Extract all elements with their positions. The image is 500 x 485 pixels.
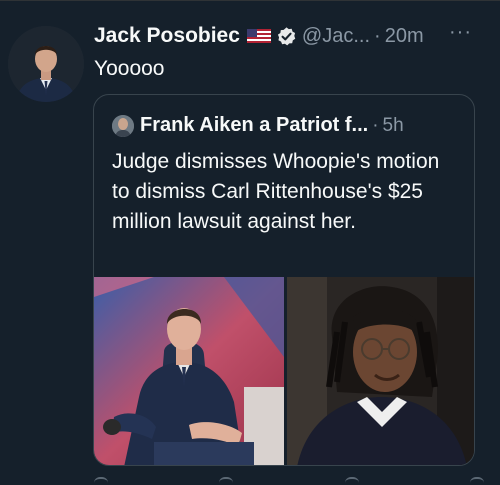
verified-badge-icon	[276, 26, 297, 47]
quoted-author-avatar[interactable]	[112, 114, 134, 137]
tweet-time[interactable]: 20m	[385, 25, 424, 48]
like-icon[interactable]	[344, 477, 359, 485]
quoted-tweet-media[interactable]	[94, 277, 474, 465]
retweet-icon[interactable]	[219, 477, 234, 485]
author-handle[interactable]: @Jac...	[302, 25, 370, 48]
share-icon[interactable]	[469, 477, 484, 485]
quoted-tweet[interactable]: Frank Aiken a Patriot f... · 5h Judge di…	[93, 94, 475, 466]
more-options-icon[interactable]: ···	[449, 21, 472, 44]
quoted-tweet-header: Frank Aiken a Patriot f... · 5h	[112, 114, 404, 137]
quoted-author-name[interactable]: Frank Aiken a Patriot f...	[140, 114, 368, 137]
us-flag-icon	[246, 29, 271, 43]
media-image-man-seated[interactable]	[94, 277, 284, 465]
media-image-woman-dreadlocks[interactable]	[287, 277, 474, 465]
reply-icon[interactable]	[94, 477, 108, 485]
separator-dot: ·	[374, 24, 381, 47]
tweet-header: Jack Posobiec @Jac... · 20m	[94, 19, 490, 53]
tweet-actions	[94, 477, 484, 485]
author-name[interactable]: Jack Posobiec	[94, 24, 240, 48]
quoted-tweet-text: Judge dismisses Whoopie's motion to dism…	[112, 150, 440, 233]
tweet[interactable]: Jack Posobiec @Jac... · 20m ··· Yooooo F…	[0, 0, 500, 485]
author-avatar[interactable]	[8, 26, 84, 102]
quoted-tweet-time[interactable]: 5h	[383, 115, 404, 137]
separator-dot: ·	[372, 114, 379, 136]
tweet-text: Yooooo	[94, 57, 165, 80]
